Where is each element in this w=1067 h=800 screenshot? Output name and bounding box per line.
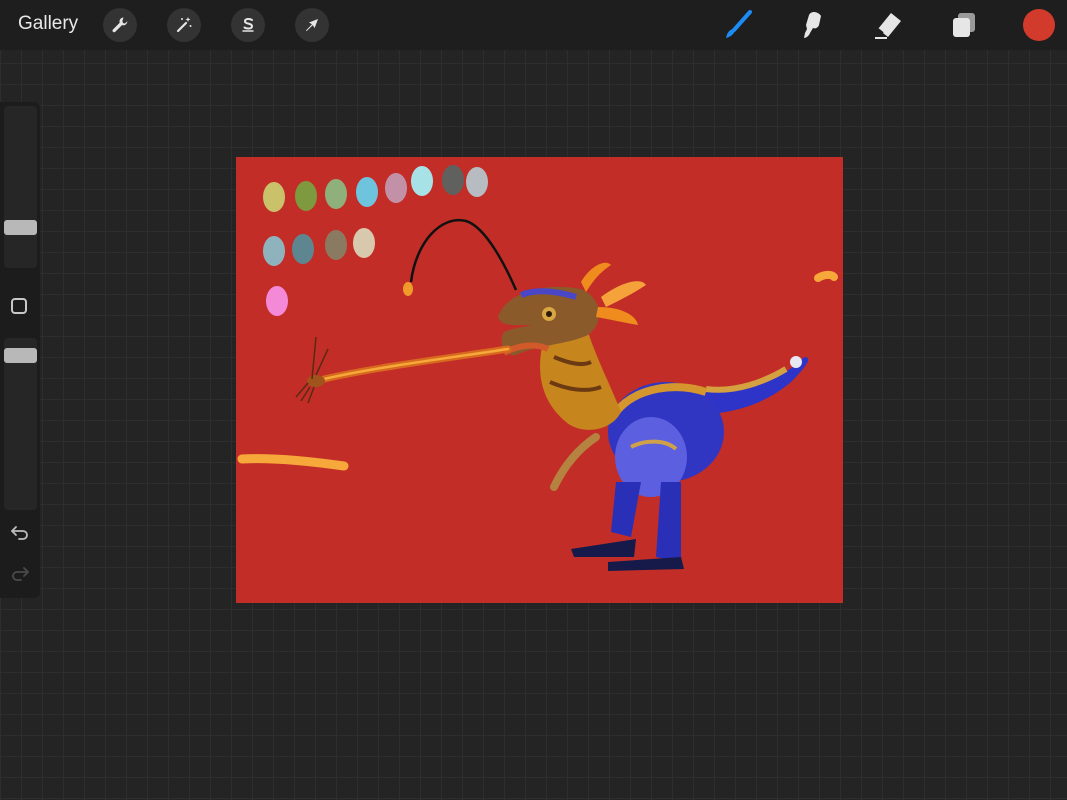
wrench-icon xyxy=(112,17,128,33)
actions-button[interactable] xyxy=(103,8,137,42)
adjustments-button[interactable] xyxy=(167,8,201,42)
transform-button[interactable] xyxy=(295,8,329,42)
smudge-icon xyxy=(804,12,821,38)
layers-tool[interactable] xyxy=(946,7,982,43)
magic-wand-icon xyxy=(176,17,192,33)
move-arrow-icon xyxy=(306,19,318,32)
palette-swatch xyxy=(466,167,488,197)
palette-swatch xyxy=(266,286,288,316)
palette-swatch xyxy=(385,173,407,203)
palette-swatch xyxy=(356,177,378,207)
eraser-tool[interactable] xyxy=(870,7,906,43)
palette-swatch xyxy=(325,230,347,260)
selection-button[interactable] xyxy=(231,8,265,42)
selection-s-icon xyxy=(242,18,254,32)
brush-icon xyxy=(726,10,752,38)
palette-swatch xyxy=(263,182,285,212)
palette-swatch xyxy=(353,228,375,258)
brush-opacity-slider[interactable] xyxy=(4,338,37,510)
left-sidebar xyxy=(0,102,40,598)
brush-size-thumb[interactable] xyxy=(4,220,37,235)
palette-swatch xyxy=(442,165,464,195)
gallery-button[interactable]: Gallery xyxy=(18,13,78,35)
palette-swatch xyxy=(411,166,433,196)
eraser-icon xyxy=(875,13,901,39)
artwork-svg xyxy=(236,157,843,603)
palette-swatch xyxy=(292,234,314,264)
square-modify-icon[interactable] xyxy=(11,298,27,314)
smudge-tool[interactable] xyxy=(795,7,831,43)
palette-swatch xyxy=(263,236,285,266)
palette-swatch xyxy=(325,179,347,209)
accent-stroke-small xyxy=(814,270,838,282)
current-color-swatch[interactable] xyxy=(1023,9,1055,41)
layers-icon xyxy=(953,13,975,37)
brush-size-slider[interactable] xyxy=(4,106,37,268)
drawing-canvas[interactable] xyxy=(236,157,843,603)
undo-icon[interactable] xyxy=(9,524,31,542)
palette-swatch xyxy=(295,181,317,211)
redo-icon[interactable] xyxy=(9,565,31,583)
top-toolbar: Gallery xyxy=(0,0,1067,50)
brush-tool[interactable] xyxy=(719,7,755,43)
brush-opacity-thumb[interactable] xyxy=(4,348,37,363)
